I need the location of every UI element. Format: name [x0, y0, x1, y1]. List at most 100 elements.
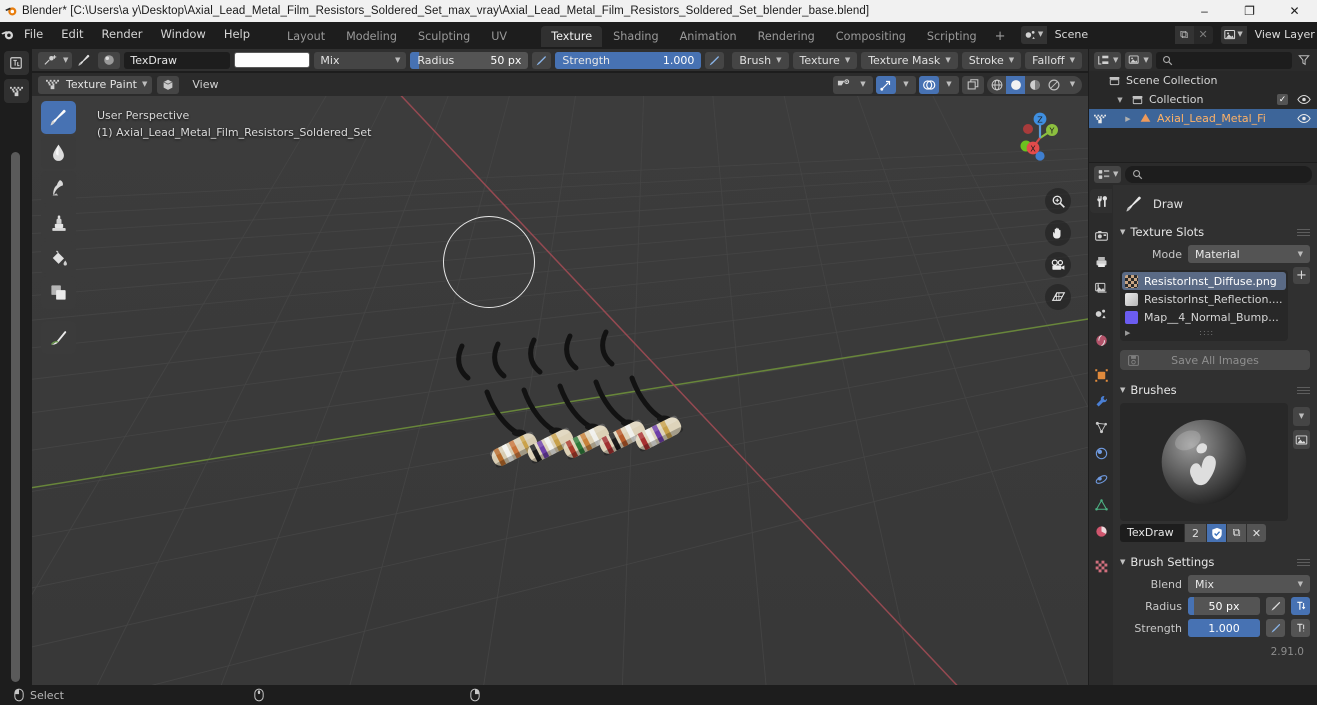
- radius-unit-toggle[interactable]: [1291, 597, 1310, 615]
- scene-name[interactable]: Scene: [1046, 25, 1175, 44]
- fill-tool-button[interactable]: [41, 241, 76, 274]
- outliner-row-collection[interactable]: ▼ Collection ✓: [1089, 90, 1317, 109]
- brush-browse-button[interactable]: ▼: [1293, 407, 1310, 426]
- tab-shading[interactable]: Shading: [603, 26, 668, 47]
- world-tab[interactable]: [1090, 328, 1112, 352]
- overlays-icon[interactable]: [919, 75, 939, 94]
- toggle-perspective-button[interactable]: [1045, 284, 1071, 310]
- texture-popover[interactable]: Texture ▼: [792, 51, 858, 69]
- shading-mode-group[interactable]: ▼: [987, 75, 1082, 94]
- scene-remove-button[interactable]: ✕: [1194, 26, 1213, 44]
- left-strip-scrollbar[interactable]: [11, 152, 20, 682]
- radius-pressure-toggle[interactable]: [532, 51, 552, 69]
- brush-data-selector[interactable]: [98, 51, 121, 69]
- eye-icon[interactable]: [1297, 94, 1311, 105]
- menu-edit[interactable]: Edit: [52, 25, 92, 44]
- tab-animation[interactable]: Animation: [670, 26, 747, 47]
- paint-mode-dropdown[interactable]: ▼: [38, 51, 73, 69]
- brush-preview-icon[interactable]: [76, 52, 94, 68]
- viewlayer-selector[interactable]: ▼ View Layer ⧉ ✕: [1220, 25, 1317, 44]
- collection-checkbox[interactable]: ✓: [1277, 94, 1288, 105]
- show-hide-icon[interactable]: [833, 76, 853, 94]
- zoom-view-button[interactable]: [1045, 188, 1071, 214]
- blend-dropdown[interactable]: Mix ▼: [1188, 575, 1310, 593]
- brush-users-count[interactable]: 2: [1185, 524, 1206, 542]
- properties-editor-type-dropdown[interactable]: ▼: [1094, 165, 1122, 183]
- viewport-view-menu[interactable]: View: [184, 76, 226, 94]
- add-workspace-button[interactable]: +: [988, 26, 1013, 47]
- texture-slot-item[interactable]: Map__4_Normal_Bump...: [1122, 308, 1286, 326]
- texture-slot-item[interactable]: ResistorInst_Diffuse.png: [1122, 272, 1286, 290]
- window-close-button[interactable]: ✕: [1272, 0, 1317, 22]
- mask-tool-button[interactable]: [41, 276, 76, 309]
- outliner-row-object[interactable]: ▶ Axial_Lead_Metal_Fi: [1089, 109, 1317, 128]
- smear-tool-button[interactable]: [41, 171, 76, 204]
- stroke-popover[interactable]: Stroke ▼: [961, 51, 1022, 69]
- 3d-viewport[interactable]: User Perspective (1) Axial_Lead_Metal_Fi…: [32, 96, 1088, 685]
- outliner-editor-type-dropdown[interactable]: ▼: [1094, 51, 1122, 69]
- menu-file[interactable]: File: [15, 25, 52, 44]
- data-tab[interactable]: [1090, 493, 1112, 517]
- gizmo-icon[interactable]: [876, 75, 896, 94]
- view-object-types-button[interactable]: [157, 75, 180, 94]
- texture-slots-mode-dropdown[interactable]: Material ▼: [1188, 245, 1310, 263]
- menu-render[interactable]: Render: [93, 25, 152, 44]
- editor-type-icon[interactable]: [3, 51, 29, 75]
- save-all-images-button[interactable]: Save All Images: [1120, 350, 1310, 370]
- tab-layout[interactable]: Layout: [277, 26, 335, 47]
- tool-tab[interactable]: [1090, 189, 1112, 213]
- scene-new-button[interactable]: ⧉: [1174, 25, 1194, 44]
- annotate-tool-button[interactable]: [41, 321, 76, 354]
- view-layer-tab[interactable]: [1090, 276, 1112, 300]
- list-expand-triangle[interactable]: ▶: [1125, 329, 1130, 337]
- overlays-toggle-group[interactable]: ▼: [919, 75, 959, 94]
- strength-unit-toggle[interactable]: [1291, 619, 1310, 637]
- brushes-panel-header[interactable]: ▼ Brushes: [1120, 381, 1310, 399]
- texture-mask-popover[interactable]: Texture Mask ▼: [861, 51, 958, 69]
- clone-tool-button[interactable]: [41, 206, 76, 239]
- outliner-filter-icon[interactable]: [1296, 54, 1312, 66]
- navigation-gizmo[interactable]: Y Z X: [1006, 104, 1074, 172]
- texture-tab[interactable]: [1090, 554, 1112, 578]
- menu-help[interactable]: Help: [215, 25, 259, 44]
- texture-paint-mode-icon[interactable]: [3, 79, 29, 103]
- fake-user-toggle[interactable]: [1207, 524, 1226, 542]
- object-tab[interactable]: [1090, 363, 1112, 387]
- scene-selector[interactable]: ▼ Scene ⧉ ✕: [1020, 25, 1213, 44]
- material-preview-shading-icon[interactable]: [1025, 76, 1044, 94]
- brush-datablock-name[interactable]: TexDraw: [1120, 524, 1184, 542]
- texture-slots-panel-header[interactable]: ▼ Texture Slots: [1120, 223, 1310, 241]
- duplicate-brush-button[interactable]: ⧉: [1227, 524, 1246, 542]
- window-minimize-button[interactable]: –: [1182, 0, 1227, 22]
- texture-slots-list-footer[interactable]: ▶ ::::: [1122, 326, 1286, 339]
- unlink-brush-button[interactable]: ✕: [1247, 524, 1266, 542]
- brush-color-swatch[interactable]: [234, 52, 311, 68]
- physics-tab[interactable]: [1090, 441, 1112, 465]
- strength-slider[interactable]: Strength 1.000: [555, 51, 702, 69]
- draw-tool-button[interactable]: [41, 101, 76, 134]
- radius-pressure-toggle[interactable]: [1266, 597, 1285, 615]
- interaction-mode-dropdown[interactable]: Texture Paint ▼: [38, 75, 153, 94]
- particles-tab[interactable]: [1090, 415, 1112, 439]
- tab-texture-paint[interactable]: Texture Paint: [541, 26, 603, 64]
- brush-preview-image-button[interactable]: [1293, 430, 1310, 449]
- rendered-shading-icon[interactable]: [1044, 76, 1063, 94]
- outliner-display-mode-dropdown[interactable]: ▼: [1125, 51, 1152, 69]
- object-expand-triangle[interactable]: ▶: [1122, 115, 1134, 123]
- solid-shading-icon[interactable]: [1006, 75, 1025, 94]
- tab-rendering[interactable]: Rendering: [748, 26, 825, 47]
- soften-tool-button[interactable]: [41, 136, 76, 169]
- blender-menu-icon[interactable]: [0, 22, 15, 47]
- falloff-popover[interactable]: Falloff ▼: [1025, 51, 1083, 69]
- constraints-tab[interactable]: [1090, 467, 1112, 491]
- properties-search-input[interactable]: [1125, 165, 1312, 183]
- strength-value-slider[interactable]: 1.000: [1188, 619, 1260, 637]
- tab-sculpting[interactable]: Sculpting: [408, 26, 480, 47]
- pan-view-button[interactable]: [1045, 220, 1071, 246]
- tab-modeling[interactable]: Modeling: [336, 26, 407, 47]
- collection-expand-triangle[interactable]: ▼: [1114, 96, 1126, 104]
- strength-pressure-toggle[interactable]: [1266, 619, 1285, 637]
- camera-view-button[interactable]: [1045, 252, 1071, 278]
- window-maximize-button[interactable]: ❐: [1227, 0, 1272, 22]
- radius-slider[interactable]: Radius 50 px: [410, 51, 529, 69]
